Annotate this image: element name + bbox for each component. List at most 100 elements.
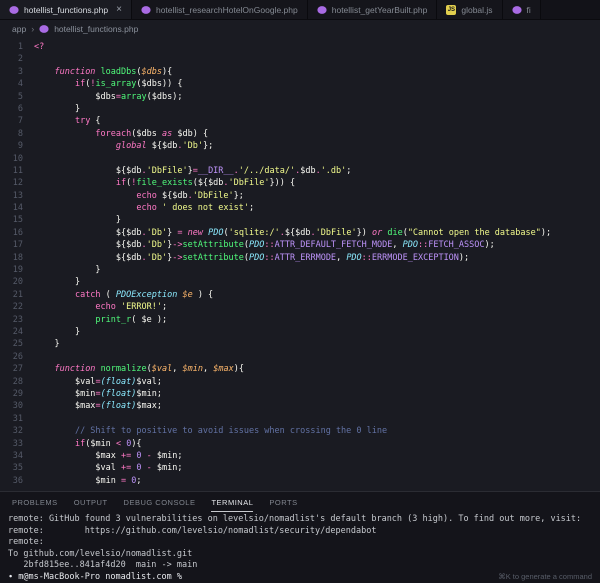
code-text: // Shift to positive to avoid issues whe… [34, 425, 387, 437]
code-text: global ${$db.'Db'}; [34, 140, 213, 152]
code-line: 15 } [0, 214, 600, 226]
chevron-right-icon: › [31, 24, 34, 34]
breadcrumb-root[interactable]: app [12, 24, 26, 34]
php-icon [39, 24, 49, 34]
line-number: 6 [0, 103, 34, 115]
line-number: 34 [0, 450, 34, 462]
code-line: 9 global ${$db.'Db'}; [0, 140, 600, 152]
panel-tab-ports[interactable]: PORTS [269, 492, 297, 512]
php-icon [317, 5, 327, 15]
terminal-line: remote: [8, 537, 600, 549]
bottom-panel: PROBLEMS OUTPUT DEBUG CONSOLE TERMINAL PORTS… [0, 491, 600, 583]
code-text: $min=(float)$min; [34, 388, 162, 400]
code-text: $val += 0 - $min; [34, 462, 183, 474]
code-line: 17 ${$db.'Db'}->setAttribute(PDO::ATTR_D… [0, 239, 600, 251]
code-line: 24 } [0, 326, 600, 338]
code-line: 29 $min=(float)$min; [0, 388, 600, 400]
code-line: 14 echo ' does not exist'; [0, 202, 600, 214]
code-line: 36 $min = 0; [0, 475, 600, 487]
line-number: 9 [0, 140, 34, 152]
code-line: 31 [0, 413, 600, 425]
code-line: 4 if(!is_array($dbs)) { [0, 78, 600, 90]
code-area[interactable]: 1<?23 function loadDbs($dbs){4 if(!is_ar… [0, 37, 600, 491]
tab-global.js[interactable]: JS global.js [437, 0, 502, 19]
line-number: 11 [0, 165, 34, 177]
tab-label: hotellist_getYearBuilt.php [332, 5, 428, 15]
line-number: 8 [0, 128, 34, 140]
code-line: 34 $max += 0 - $min; [0, 450, 600, 462]
tab-label: hotellist_researchHotelOnGoogle.php [156, 5, 298, 15]
breadcrumb: app › hotellist_functions.php [0, 20, 600, 37]
line-number: 31 [0, 413, 34, 425]
code-text: if(!file_exists(${$db.'DbFile'})) { [34, 177, 295, 189]
code-text: $max += 0 - $min; [34, 450, 183, 462]
line-number: 5 [0, 91, 34, 103]
code-line: 27 function normalize($val, $min, $max){ [0, 363, 600, 375]
code-text: ${$db.'Db'}->setAttribute(PDO::ATTR_DEFA… [34, 239, 495, 251]
terminal-line: remote: https://github.com/levelsio/noma… [8, 526, 600, 538]
code-line: 26 [0, 351, 600, 363]
line-number: 10 [0, 153, 34, 165]
panel-tab-terminal[interactable]: TERMINAL [211, 492, 253, 512]
line-number: 36 [0, 475, 34, 487]
line-number: 13 [0, 190, 34, 202]
tab-hotellist_getYearBuilt.php[interactable]: hotellist_getYearBuilt.php [308, 0, 438, 19]
code-line: 18 ${$db.'Db'}->setAttribute(PDO::ATTR_E… [0, 252, 600, 264]
close-icon[interactable]: × [116, 5, 122, 15]
php-icon [141, 5, 151, 15]
code-line: 5 $dbs=array($dbs); [0, 91, 600, 103]
line-number: 30 [0, 400, 34, 412]
line-number: 25 [0, 338, 34, 350]
code-line: 35 $val += 0 - $min; [0, 462, 600, 474]
tab-label: global.js [461, 5, 492, 15]
tab-hotellist_researchHotelOnGoogle.php[interactable]: hotellist_researchHotelOnGoogle.php [132, 0, 308, 19]
line-number: 14 [0, 202, 34, 214]
code-line: 33 if($min < 0){ [0, 438, 600, 450]
code-text: echo 'ERROR!'; [34, 301, 167, 313]
panel-tab-problems[interactable]: PROBLEMS [12, 492, 58, 512]
code-text: } [34, 326, 80, 338]
tab-bar: hotellist_functions.php × hotellist_resear… [0, 0, 600, 20]
tab-label: hotellist_functions.php [24, 5, 108, 15]
code-line: 12 if(!file_exists(${$db.'DbFile'})) { [0, 177, 600, 189]
code-line: 21 catch ( PDOException $e ) { [0, 289, 600, 301]
line-number: 22 [0, 301, 34, 313]
panel-tab-debug-console[interactable]: DEBUG CONSOLE [124, 492, 196, 512]
code-line: 23 print_r( $e ); [0, 314, 600, 326]
line-number: 28 [0, 376, 34, 388]
code-text: ${$db.'Db'} = new PDO('sqlite:/'.${$db.'… [34, 227, 551, 239]
panel-tab-output[interactable]: OUTPUT [74, 492, 108, 512]
code-text: } [34, 276, 80, 288]
code-text: $val=(float)$val; [34, 376, 162, 388]
code-line: 3 function loadDbs($dbs){ [0, 66, 600, 78]
tab-label: fi [527, 5, 531, 15]
code-text: } [34, 214, 121, 226]
line-number: 12 [0, 177, 34, 189]
code-line: 30 $max=(float)$max; [0, 400, 600, 412]
line-number: 24 [0, 326, 34, 338]
code-line: 11 ${$db.'DbFile'}=__DIR__.'/../data/'.$… [0, 165, 600, 177]
code-text: $min = 0; [34, 475, 142, 487]
code-line: 19 } [0, 264, 600, 276]
line-number: 3 [0, 66, 34, 78]
php-icon [9, 5, 19, 15]
code-line: 13 echo ${$db.'DbFile'}; [0, 190, 600, 202]
php-icon [512, 5, 522, 15]
line-number: 2 [0, 53, 34, 65]
code-line: 32 // Shift to positive to avoid issues … [0, 425, 600, 437]
code-line: 10 [0, 153, 600, 165]
tab-hotellist_functions.php[interactable]: hotellist_functions.php × [0, 0, 132, 19]
editor-window: hotellist_functions.php × hotellist_resear… [0, 0, 600, 583]
code-text: $max=(float)$max; [34, 400, 162, 412]
code-line: 22 echo 'ERROR!'; [0, 301, 600, 313]
code-text: <? [34, 41, 44, 53]
tab-fi[interactable]: fi [503, 0, 541, 19]
js-icon: JS [446, 5, 456, 15]
breadcrumb-file[interactable]: hotellist_functions.php [54, 24, 138, 34]
line-number: 35 [0, 462, 34, 474]
code-text: print_r( $e ); [34, 314, 167, 326]
line-number: 29 [0, 388, 34, 400]
line-number: 20 [0, 276, 34, 288]
terminal-line: To github.com/levelsio/nomadlist.git [8, 549, 600, 561]
line-number: 1 [0, 41, 34, 53]
